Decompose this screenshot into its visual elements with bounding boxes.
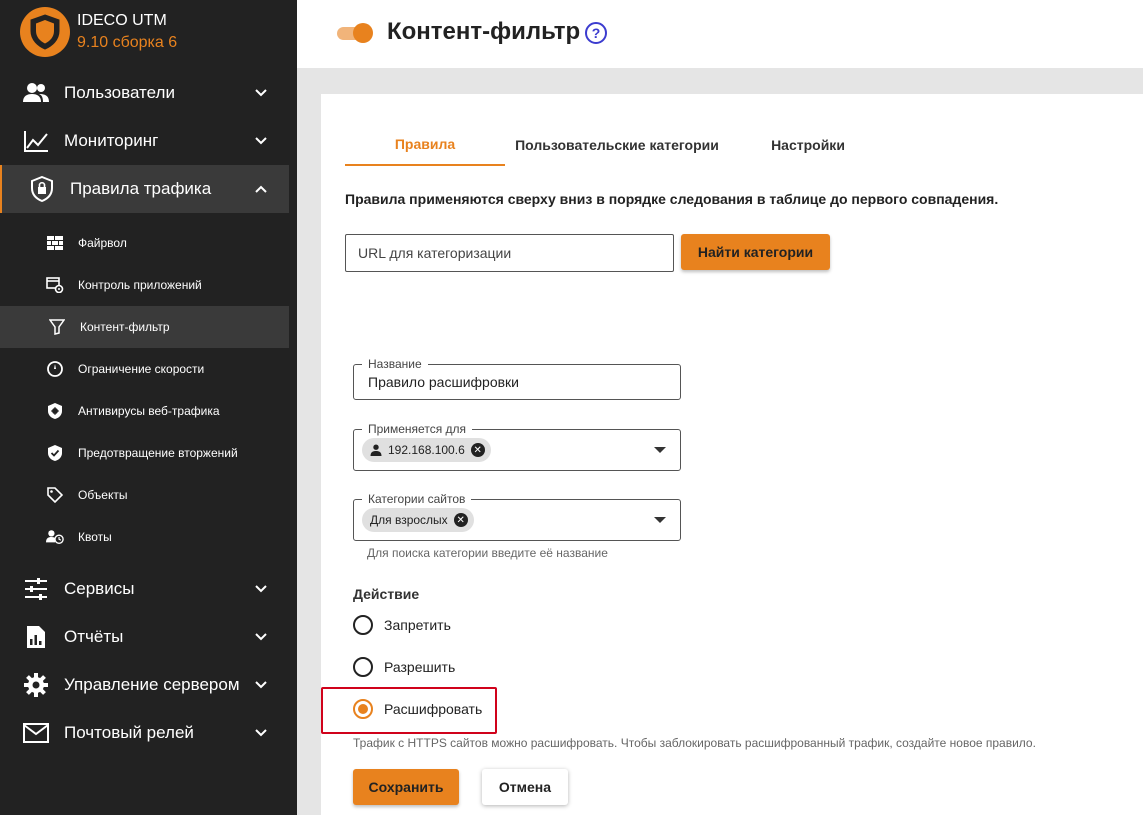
radio-circle-icon[interactable] [353, 615, 373, 635]
sidebar-item-label: Правила трафика [70, 179, 212, 198]
rules-hint: Правила применяются сверху вниз в порядк… [345, 191, 999, 207]
user-icon [370, 444, 382, 456]
dropdown-arrow-icon[interactable] [654, 517, 666, 523]
tab-rules[interactable]: Правила [345, 124, 505, 166]
sidebar-subitem-speed-limit[interactable]: Ограничение скорости [0, 348, 289, 390]
sidebar-subitem-label: Антивирусы веб-трафика [78, 404, 220, 418]
chevron-down-icon [255, 681, 267, 689]
antivirus-icon [46, 402, 64, 420]
sidebar-item-traffic-rules[interactable]: Правила трафика [0, 165, 289, 213]
radio-allow[interactable]: Разрешить [353, 654, 455, 680]
radio-label: Запретить [384, 617, 451, 633]
sidebar: IDECO UTM 9.10 сборка 6 Пользователи Мон… [0, 0, 297, 815]
sidebar-subitem-app-control[interactable]: Контроль приложений [0, 264, 289, 306]
sidebar-subitem-label: Контент-фильтр [80, 320, 170, 334]
save-button[interactable]: Сохранить [353, 769, 459, 805]
sidebar-item-server-management[interactable]: Управление сервером [0, 661, 289, 709]
chip-remove-icon[interactable]: ✕ [470, 443, 485, 457]
sidebar-subitem-label: Предотвращение вторжений [78, 446, 238, 460]
sliders-icon [22, 575, 50, 603]
sidebar-item-reports[interactable]: Отчёты [0, 613, 289, 661]
sidebar-subitem-web-antivirus[interactable]: Антивирусы веб-трафика [0, 390, 289, 432]
sidebar-item-label: Управление сервером [64, 675, 240, 694]
category-chip: Для взрослых ✕ [362, 508, 474, 532]
sidebar-item-label: Пользователи [64, 83, 175, 102]
applies-to-select[interactable]: Применяется для 192.168.100.6 ✕ [353, 422, 681, 471]
shield-check-icon [46, 444, 64, 462]
action-title: Действие [353, 586, 420, 602]
mail-icon [22, 719, 50, 747]
app-control-icon [46, 276, 64, 294]
report-icon [22, 623, 50, 651]
radio-deny[interactable]: Запретить [353, 612, 451, 638]
rule-name-value: Правило расшифровки [368, 374, 519, 390]
help-icon[interactable]: ? [585, 22, 607, 44]
ideco-logo-icon [20, 7, 70, 57]
sidebar-subitem-objects[interactable]: Объекты [0, 474, 289, 516]
chip-label: 192.168.100.6 [388, 443, 465, 457]
chevron-down-icon [255, 89, 267, 97]
decrypt-helper-text: Трафик с HTTPS сайтов можно расшифровать… [353, 736, 1036, 750]
radio-label: Разрешить [384, 659, 456, 675]
sidebar-subitem-quotas[interactable]: Квоты [0, 516, 289, 558]
find-categories-button[interactable]: Найти категории [681, 234, 830, 270]
radio-circle-icon[interactable] [353, 657, 373, 677]
shield-lock-icon [28, 175, 56, 203]
sidebar-subitem-label: Ограничение скорости [78, 362, 205, 376]
content-card: Правила Пользовательские категории Настр… [321, 94, 1143, 815]
cancel-button[interactable]: Отмена [482, 769, 568, 805]
chevron-up-icon [255, 185, 267, 193]
sidebar-item-label: Сервисы [64, 579, 135, 598]
sidebar-item-label: Отчёты [64, 627, 124, 646]
sidebar-item-mail-relay[interactable]: Почтовый релей [0, 709, 289, 757]
sidebar-subitem-label: Контроль приложений [78, 278, 202, 292]
filter-icon [48, 318, 66, 336]
users-icon [22, 79, 50, 107]
chip-remove-icon[interactable]: ✕ [453, 513, 468, 527]
page-title: Контент-фильтр [387, 18, 581, 45]
sidebar-item-users[interactable]: Пользователи [0, 69, 289, 117]
field-label: Название [362, 357, 428, 371]
chevron-down-icon [255, 729, 267, 737]
sidebar-item-label: Почтовый релей [64, 723, 194, 742]
page-header: Контент-фильтр ? [297, 0, 1143, 68]
app-version: 9.10 сборка 6 [77, 34, 178, 51]
sidebar-item-services[interactable]: Сервисы [0, 565, 289, 613]
site-categories-select[interactable]: Категории сайтов Для взрослых ✕ [353, 492, 681, 541]
chevron-down-icon [255, 633, 267, 641]
sidebar-subitem-label: Объекты [78, 488, 128, 502]
sidebar-subitem-intrusion-prevention[interactable]: Предотвращение вторжений [0, 432, 289, 474]
dropdown-arrow-icon[interactable] [654, 447, 666, 453]
url-categorize-input[interactable] [345, 234, 674, 272]
chevron-down-icon [255, 585, 267, 593]
sidebar-subitem-firewall[interactable]: Файрвол [0, 222, 289, 264]
brand: IDECO UTM 9.10 сборка 6 [20, 6, 177, 58]
categories-helper-text: Для поиска категории введите её название [367, 546, 608, 560]
chevron-down-icon [255, 137, 267, 145]
tab-settings[interactable]: Настройки [729, 124, 887, 166]
highlight-box [321, 687, 497, 734]
rule-name-field[interactable]: Название Правило расшифровки [353, 357, 681, 400]
tag-icon [46, 486, 64, 504]
applies-chip: 192.168.100.6 ✕ [362, 438, 491, 462]
tab-custom-categories[interactable]: Пользовательские категории [505, 124, 729, 166]
firewall-icon [46, 234, 64, 252]
content-filter-toggle[interactable] [337, 23, 373, 43]
sidebar-subitem-label: Квоты [78, 530, 112, 544]
field-label: Категории сайтов [362, 492, 472, 506]
sidebar-subitem-content-filter[interactable]: Контент-фильтр [0, 306, 289, 348]
field-label: Применяется для [362, 422, 473, 436]
app-name: IDECO UTM [77, 12, 167, 29]
chart-line-icon [22, 127, 50, 155]
quota-icon [46, 528, 64, 546]
sidebar-item-label: Мониторинг [64, 131, 159, 150]
gear-icon [22, 671, 50, 699]
sidebar-subitem-label: Файрвол [78, 236, 127, 250]
speed-icon [46, 360, 64, 378]
sidebar-item-monitoring[interactable]: Мониторинг [0, 117, 289, 165]
chip-label: Для взрослых [370, 513, 448, 527]
